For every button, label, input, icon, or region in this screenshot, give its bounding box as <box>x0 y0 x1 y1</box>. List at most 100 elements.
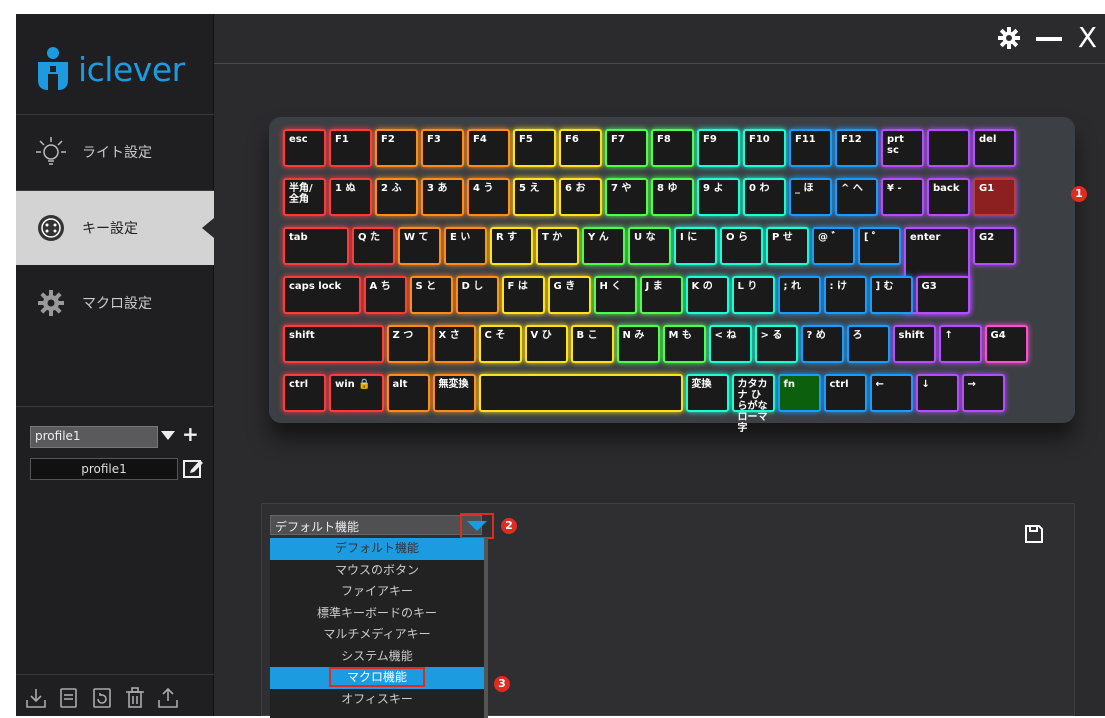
key-e[interactable]: E い <box>444 227 487 265</box>
key-g3[interactable]: G3 <box>915 276 970 314</box>
key-5-11[interactable]: → <box>961 374 1005 412</box>
key-r[interactable]: R す <box>490 227 533 265</box>
dropdown-option[interactable]: ファイアキー <box>270 581 484 603</box>
dropdown-option[interactable]: 標準キーボードのキー <box>270 603 484 625</box>
key-g2[interactable]: G2 <box>973 227 1016 265</box>
dropdown-option[interactable]: オフィスキー <box>270 689 484 711</box>
key-k[interactable]: K の <box>685 276 729 314</box>
key-5-3[interactable]: 無変換 <box>432 374 476 412</box>
key-1-12[interactable]: ^ へ <box>835 178 878 216</box>
dropdown-option-macro[interactable]: マクロ機能 <box>270 667 484 689</box>
chevron-down-icon[interactable] <box>161 431 175 440</box>
key-8[interactable]: 8 ゆ <box>651 178 694 216</box>
dropdown-option[interactable]: マウスのボタン <box>270 560 484 582</box>
key-0[interactable]: 0 わ <box>743 178 786 216</box>
dropdown-option[interactable]: マルチメディアキー <box>270 624 484 646</box>
key-g1[interactable]: G1 <box>973 178 1016 216</box>
notes-icon[interactable] <box>57 686 81 710</box>
key-d[interactable]: D し <box>455 276 499 314</box>
key-f2[interactable]: F2 <box>375 129 418 167</box>
profile-select[interactable]: profile1 <box>30 426 158 448</box>
key-1-11[interactable]: _ ほ <box>789 178 832 216</box>
key-5[interactable]: 5 え <box>513 178 556 216</box>
key-g[interactable]: G き <box>547 276 591 314</box>
import-icon[interactable] <box>24 686 48 710</box>
minimize-button[interactable] <box>1035 37 1062 41</box>
save-icon[interactable] <box>1024 524 1044 544</box>
key-4-11[interactable]: ろ <box>846 325 890 363</box>
key-f1[interactable]: F1 <box>329 129 372 167</box>
key-1-13[interactable]: ¥ - <box>881 178 924 216</box>
key-i[interactable]: I に <box>674 227 717 265</box>
chevron-down-icon[interactable] <box>467 521 487 531</box>
key-l[interactable]: L り <box>731 276 775 314</box>
key-x[interactable]: X さ <box>432 325 476 363</box>
profile-name-field[interactable]: profile1 <box>30 458 178 480</box>
key-a[interactable]: A ち <box>363 276 407 314</box>
key-m[interactable]: M も <box>662 325 706 363</box>
sidebar-item-key-settings[interactable]: キー設定 <box>16 191 214 265</box>
add-profile-button[interactable]: + <box>182 422 199 446</box>
key-del[interactable]: del <box>973 129 1016 167</box>
key-z[interactable]: Z つ <box>386 325 430 363</box>
key-3-11[interactable]: : け <box>823 276 867 314</box>
dropdown-scrollbar[interactable] <box>484 538 488 718</box>
key-caps[interactable]: caps lock <box>283 276 361 314</box>
key-c[interactable]: C そ <box>478 325 522 363</box>
key-f3[interactable]: F3 <box>421 129 464 167</box>
sidebar-item-light-settings[interactable]: ライト設定 <box>16 115 214 189</box>
key-3[interactable]: 3 あ <box>421 178 464 216</box>
key-5-9[interactable]: ← <box>869 374 913 412</box>
key-1[interactable]: 1 ぬ <box>329 178 372 216</box>
key-u[interactable]: U な <box>628 227 671 265</box>
key-5-5[interactable]: 変換 <box>685 374 729 412</box>
key-6[interactable]: 6 お <box>559 178 602 216</box>
key-4-8[interactable]: < ね <box>708 325 752 363</box>
settings-gear-icon[interactable] <box>997 27 1020 49</box>
close-button[interactable]: X <box>1078 24 1097 52</box>
dropdown-option[interactable]: システム機能 <box>270 646 484 668</box>
sidebar-item-macro-settings[interactable]: マクロ設定 <box>16 266 214 340</box>
key-f[interactable]: F は <box>501 276 545 314</box>
key-win[interactable]: win 🔒 <box>329 374 384 412</box>
key-f6[interactable]: F6 <box>559 129 602 167</box>
key-s[interactable]: S と <box>409 276 453 314</box>
key-b[interactable]: B こ <box>570 325 614 363</box>
key-2[interactable]: 2 ふ <box>375 178 418 216</box>
key-f9[interactable]: F9 <box>697 129 740 167</box>
key-esc[interactable]: esc <box>283 129 326 167</box>
key-f11[interactable]: F11 <box>789 129 832 167</box>
export-icon[interactable] <box>156 686 180 710</box>
key-j[interactable]: J ま <box>639 276 683 314</box>
key-fn[interactable]: fn <box>777 374 821 412</box>
key-4-10[interactable]: ? め <box>800 325 844 363</box>
key-ctrl[interactable]: ctrl <box>283 374 326 412</box>
key-4-13[interactable]: ↑ <box>938 325 982 363</box>
key-4[interactable]: 4 う <box>467 178 510 216</box>
key-shift[interactable]: shift <box>892 325 936 363</box>
refresh-icon[interactable] <box>90 686 114 710</box>
key-f4[interactable]: F4 <box>467 129 510 167</box>
key-blank[interactable] <box>927 129 970 167</box>
key-alt[interactable]: alt <box>386 374 430 412</box>
edit-icon[interactable] <box>182 457 204 479</box>
key-q[interactable]: Q た <box>352 227 395 265</box>
key-ctrl[interactable]: ctrl <box>823 374 867 412</box>
key-h[interactable]: H く <box>593 276 637 314</box>
key-1-0[interactable]: 半角/全角 <box>283 178 326 216</box>
key-v[interactable]: V ひ <box>524 325 568 363</box>
key-f8[interactable]: F8 <box>651 129 694 167</box>
key-g4[interactable]: G4 <box>984 325 1028 363</box>
key-f10[interactable]: F10 <box>743 129 786 167</box>
key-f12[interactable]: F12 <box>835 129 878 167</box>
key-7[interactable]: 7 や <box>605 178 648 216</box>
key-3-10[interactable]: ; れ <box>777 276 821 314</box>
key-f5[interactable]: F5 <box>513 129 556 167</box>
key-shift[interactable]: shift <box>283 325 384 363</box>
key-y[interactable]: Y ん <box>582 227 625 265</box>
key-t[interactable]: T か <box>536 227 579 265</box>
key-blank[interactable] <box>478 374 683 412</box>
key-f7[interactable]: F7 <box>605 129 648 167</box>
key-w[interactable]: W て <box>398 227 441 265</box>
key-tab[interactable]: tab <box>283 227 349 265</box>
